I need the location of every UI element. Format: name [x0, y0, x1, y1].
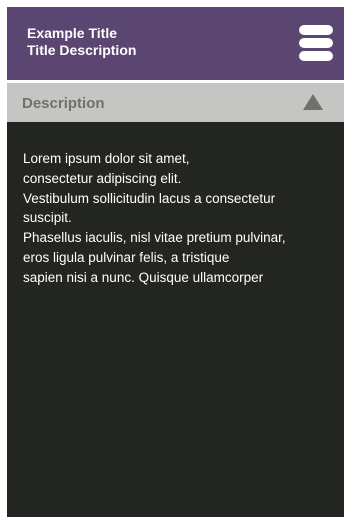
header-bar: Example Title Title Description — [7, 7, 344, 80]
page-title: Example Title — [27, 25, 118, 41]
menu-bar-middle — [299, 38, 333, 48]
title-block: Example Title Title Description — [27, 25, 136, 59]
content-line: consectetur adipiscing elit. — [23, 170, 182, 186]
content-line: suscipit. — [23, 210, 72, 226]
app-frame: Example Title Title Description Descript… — [7, 7, 344, 517]
content-line: Lorem ipsum dolor sit amet, — [23, 151, 190, 166]
content-line: Phasellus iaculis, nisl vitae pretium pu… — [23, 230, 286, 246]
menu-bar-top — [299, 25, 333, 35]
content-line: eros ligula pulvinar felis, a tristique — [23, 249, 230, 265]
triangle-up-icon[interactable] — [303, 94, 323, 110]
description-section-header[interactable]: Description — [7, 83, 344, 122]
description-label: Description — [22, 95, 105, 112]
content-line: sapien nisi a nunc. Quisque ullamcorper — [23, 269, 264, 285]
content-line: Vestibulum sollicitudin lacus a consecte… — [23, 190, 276, 206]
description-content: Lorem ipsum dolor sit amet, consectetur … — [23, 149, 341, 288]
hamburger-menu-icon[interactable] — [299, 25, 333, 61]
page-subtitle: Title Description — [27, 42, 137, 58]
menu-bar-bottom — [299, 51, 333, 61]
